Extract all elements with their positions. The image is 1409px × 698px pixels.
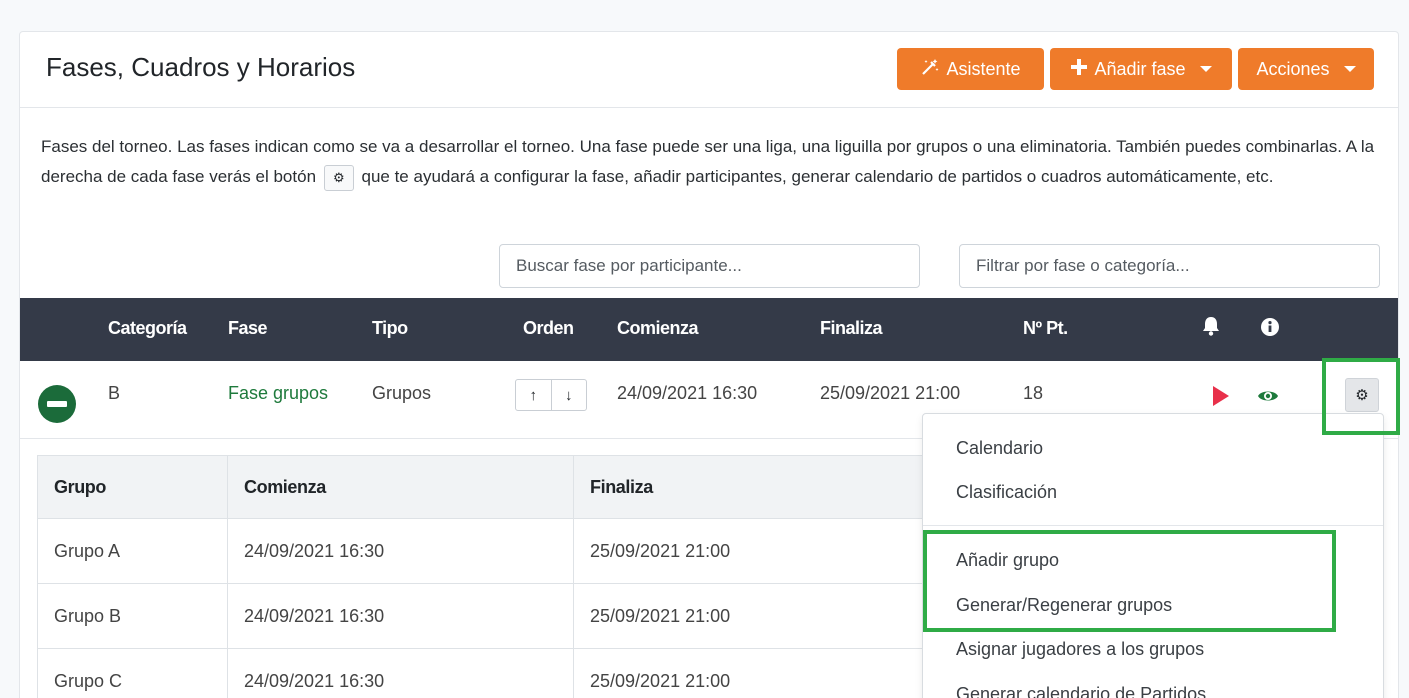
col-num-pt: Nº Pt. bbox=[1023, 318, 1068, 338]
group-starts: 24/09/2021 16:30 bbox=[227, 648, 574, 698]
group-starts: 24/09/2021 16:30 bbox=[227, 518, 574, 584]
bell-icon bbox=[1202, 316, 1220, 341]
group-link[interactable]: Grupo C bbox=[37, 648, 228, 698]
move-down-button[interactable]: ↓ bbox=[552, 380, 587, 410]
menu-item-calendar[interactable]: Calendario bbox=[956, 438, 1043, 459]
menu-item-generate-groups[interactable]: Generar/Regenerar grupos bbox=[956, 595, 1172, 616]
groups-table: Grupo Comienza Finaliza Grupo A 24/09/20… bbox=[37, 455, 1037, 698]
order-buttons: ↑ ↓ bbox=[515, 379, 587, 411]
col-starts: Comienza bbox=[617, 318, 699, 338]
description-text-2: que te ayudará a configurar la fase, aña… bbox=[361, 167, 1274, 186]
row-starts: 24/09/2021 16:30 bbox=[617, 383, 758, 403]
info-icon bbox=[1260, 317, 1280, 342]
col-phase: Fase bbox=[228, 318, 268, 338]
minus-icon bbox=[47, 401, 67, 407]
groups-col-starts: Comienza bbox=[227, 455, 574, 519]
phases-table-header: Categoría Fase Tipo Orden Comienza Final… bbox=[20, 298, 1398, 361]
card-header: Fases, Cuadros y Horarios Asistente Añad… bbox=[20, 32, 1398, 108]
menu-item-generate-calendar[interactable]: Generar calendario de Partidos bbox=[956, 684, 1206, 698]
gear-icon: ⚙ bbox=[1355, 387, 1369, 404]
row-category: B bbox=[108, 383, 121, 403]
table-row: Grupo A 24/09/2021 16:30 25/09/2021 21:0… bbox=[37, 518, 1037, 584]
table-row: Grupo C 24/09/2021 16:30 25/09/2021 21:0… bbox=[37, 648, 1037, 698]
menu-divider bbox=[923, 525, 1383, 526]
plus-icon bbox=[1070, 58, 1088, 81]
participant-search-input[interactable] bbox=[499, 244, 920, 288]
col-category: Categoría bbox=[108, 318, 187, 338]
table-row: Grupo B 24/09/2021 16:30 25/09/2021 21:0… bbox=[37, 583, 1037, 649]
phase-link[interactable]: Fase grupos bbox=[228, 383, 328, 404]
group-link[interactable]: Grupo B bbox=[37, 583, 228, 649]
phases-description: Fases del torneo. Las fases indican como… bbox=[41, 132, 1381, 192]
group-link[interactable]: Grupo A bbox=[37, 518, 228, 584]
page-title: Fases, Cuadros y Horarios bbox=[46, 52, 356, 82]
play-icon[interactable] bbox=[1212, 385, 1230, 412]
gear-icon: ⚙ bbox=[323, 164, 354, 191]
row-type: Grupos bbox=[372, 383, 432, 403]
assistant-button[interactable]: Asistente bbox=[897, 48, 1044, 90]
col-order: Orden bbox=[523, 318, 574, 338]
assistant-label: Asistente bbox=[946, 58, 1021, 79]
eye-icon[interactable] bbox=[1257, 388, 1279, 409]
menu-item-assign-players[interactable]: Asignar jugadores a los grupos bbox=[956, 639, 1204, 660]
group-starts: 24/09/2021 16:30 bbox=[227, 583, 574, 649]
menu-item-add-group[interactable]: Añadir grupo bbox=[956, 550, 1059, 571]
caret-down-icon bbox=[1199, 66, 1212, 72]
actions-label: Acciones bbox=[1256, 58, 1330, 79]
caret-down-icon bbox=[1343, 66, 1356, 72]
groups-col-group: Grupo bbox=[37, 455, 228, 519]
phase-filter-input[interactable] bbox=[959, 244, 1380, 288]
magic-wand-icon bbox=[920, 58, 940, 81]
col-ends: Finaliza bbox=[820, 318, 883, 338]
collapse-button[interactable] bbox=[38, 385, 76, 423]
row-num-pt: 18 bbox=[1023, 383, 1044, 403]
move-up-button[interactable]: ↑ bbox=[516, 380, 552, 410]
col-type: Tipo bbox=[372, 318, 408, 338]
add-phase-button[interactable]: Añadir fase bbox=[1050, 48, 1232, 90]
phase-settings-button[interactable]: ⚙ bbox=[1345, 378, 1379, 412]
row-ends: 25/09/2021 21:00 bbox=[820, 383, 961, 403]
add-phase-label: Añadir fase bbox=[1094, 58, 1186, 79]
phase-settings-dropdown: Calendario Clasificación Añadir grupo Ge… bbox=[922, 413, 1384, 698]
actions-button[interactable]: Acciones bbox=[1238, 48, 1374, 90]
menu-item-standings[interactable]: Clasificación bbox=[956, 482, 1057, 503]
